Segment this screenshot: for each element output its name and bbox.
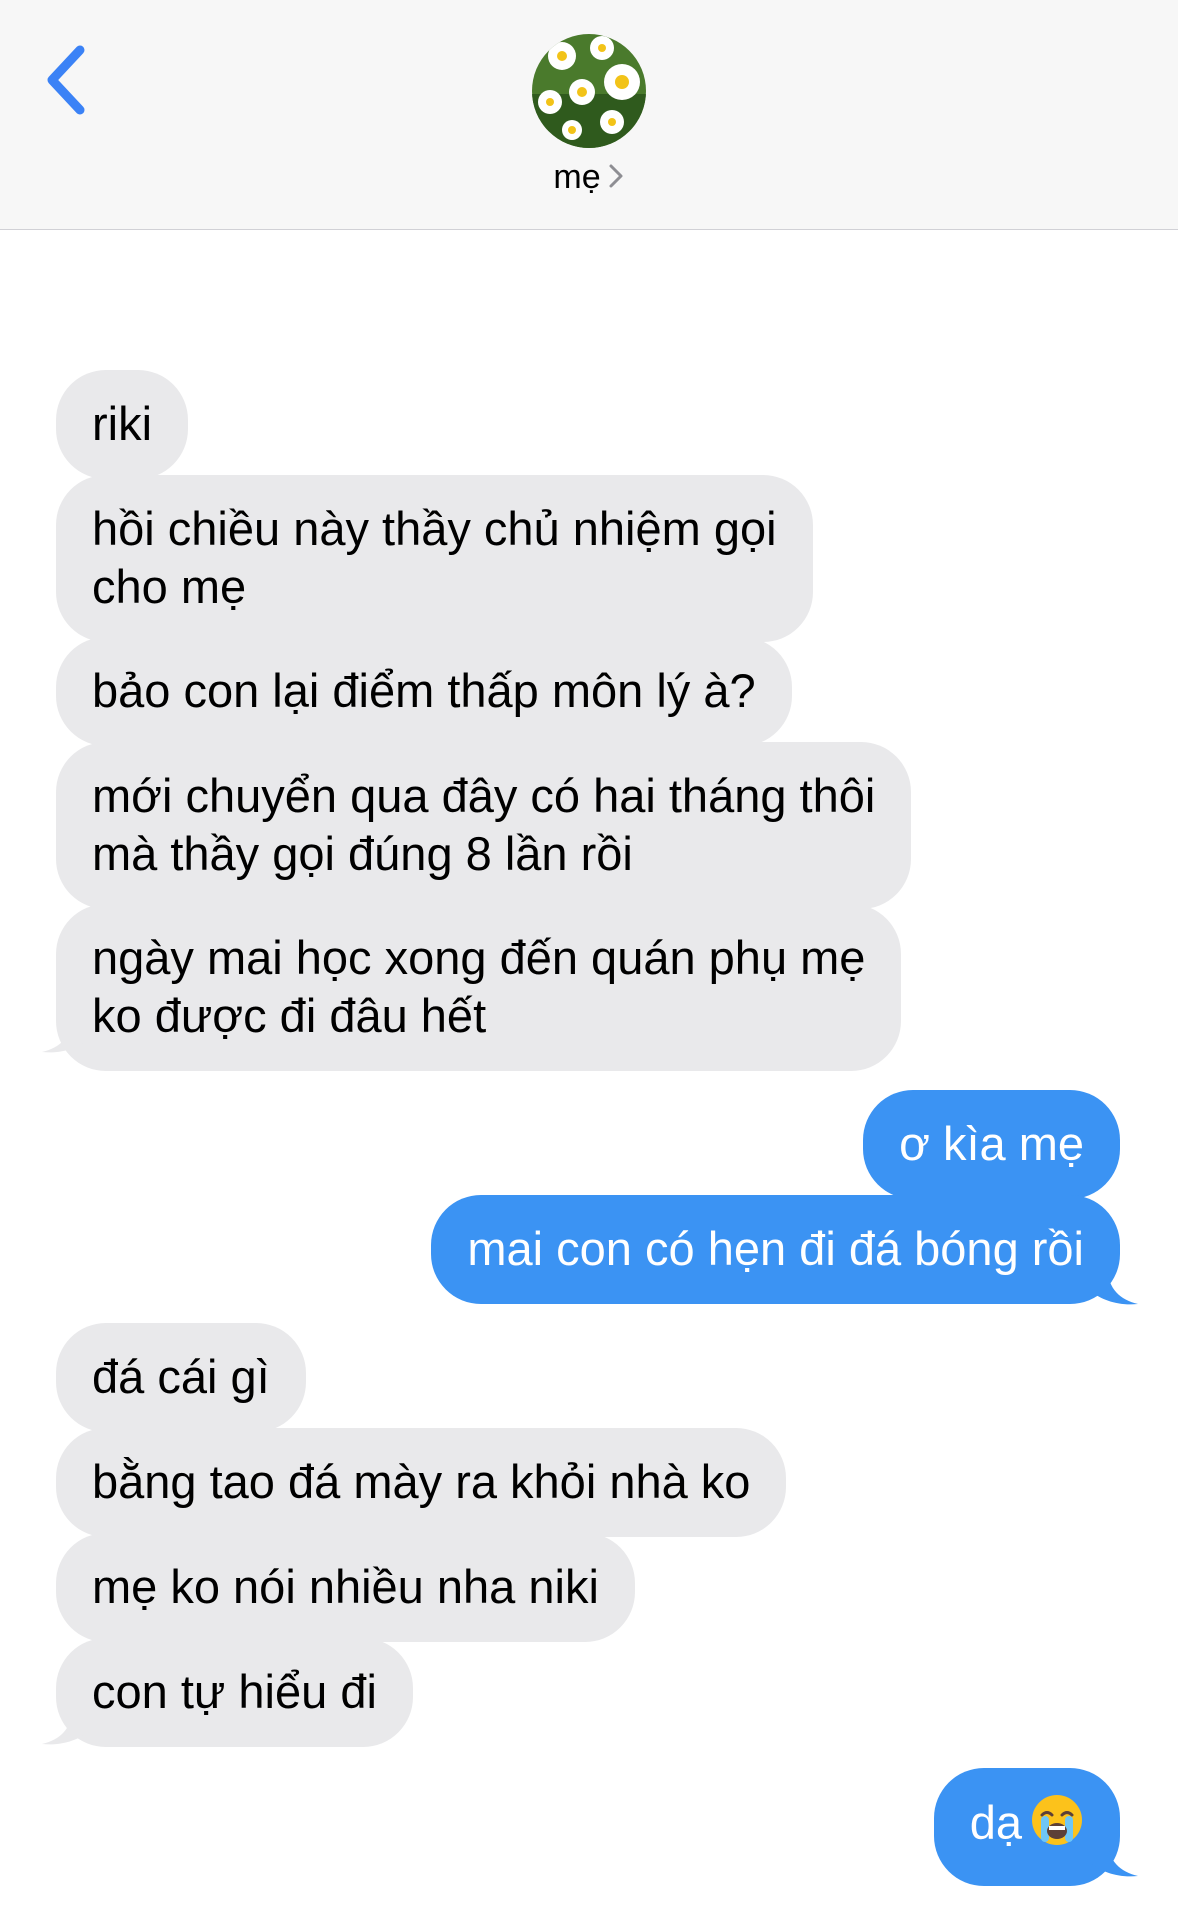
incoming-message-bubble[interactable]: mới chuyển qua đây có hai tháng thôi mà … xyxy=(56,742,912,909)
incoming-message-bubble[interactable]: hồi chiều này thầy chủ nhiệm gọi cho mẹ xyxy=(56,475,813,642)
message-text: bằng tao đá mày ra khỏi nhà ko xyxy=(92,1455,751,1508)
message-text: đá cái gì xyxy=(92,1350,270,1403)
bubble-tail xyxy=(1092,1842,1138,1877)
outgoing-message-bubble[interactable]: ơ kìa mẹ xyxy=(863,1090,1120,1199)
chevron-left-icon xyxy=(47,45,85,115)
contact-name: mẹ xyxy=(553,158,601,196)
message-text: ko được đi đâu hết xyxy=(92,989,487,1042)
incoming-message-bubble[interactable]: bảo con lại điểm thấp môn lý à? xyxy=(56,637,792,746)
incoming-message-bubble[interactable]: mẹ ko nói nhiều nha niki xyxy=(56,1533,635,1642)
incoming-message-bubble[interactable]: ngày mai học xong đến quán phụ mẹ ko đượ… xyxy=(56,904,902,1071)
chevron-right-icon xyxy=(609,164,623,188)
contact-avatar[interactable] xyxy=(532,34,646,148)
message-text: mai con có hẹn đi đá bóng rồi xyxy=(467,1222,1084,1275)
message-text: hồi chiều này thầy chủ nhiệm gọi xyxy=(92,502,777,555)
message-list[interactable]: riki hồi chiều này thầy chủ nhiệm gọi ch… xyxy=(0,230,1178,1920)
bubble-tail xyxy=(42,1710,88,1745)
contact-name-button[interactable]: mẹ xyxy=(0,158,1178,199)
incoming-message-bubble[interactable]: bằng tao đá mày ra khỏi nhà ko xyxy=(56,1428,787,1537)
message-text: dạ xyxy=(969,1795,1022,1849)
crying-face-emoji xyxy=(1032,1795,1082,1845)
incoming-message-bubble[interactable]: riki xyxy=(56,370,189,479)
bubble-tail xyxy=(42,1018,88,1053)
bubble-tail xyxy=(1092,1270,1138,1305)
conversation-header: mẹ xyxy=(0,0,1178,230)
message-text: ơ kìa mẹ xyxy=(899,1117,1084,1170)
message-text: riki xyxy=(92,397,153,450)
outgoing-message-bubble[interactable]: mai con có hẹn đi đá bóng rồi xyxy=(431,1195,1120,1304)
incoming-message-bubble[interactable]: con tự hiểu đi xyxy=(56,1638,413,1747)
message-text: mà thầy gọi đúng 8 lần rồi xyxy=(92,827,633,880)
message-text: cho mẹ xyxy=(92,560,247,613)
message-text: ngày mai học xong đến quán phụ mẹ xyxy=(92,931,866,984)
message-text: con tự hiểu đi xyxy=(92,1665,377,1718)
message-text: bảo con lại điểm thấp môn lý à? xyxy=(92,664,756,717)
incoming-message-bubble[interactable]: đá cái gì xyxy=(56,1323,306,1432)
message-text: mẹ ko nói nhiều nha niki xyxy=(92,1560,599,1613)
daisy-flowers-photo xyxy=(532,34,646,148)
message-text: mới chuyển qua đây có hai tháng thôi xyxy=(92,769,876,822)
back-button[interactable] xyxy=(40,40,100,120)
